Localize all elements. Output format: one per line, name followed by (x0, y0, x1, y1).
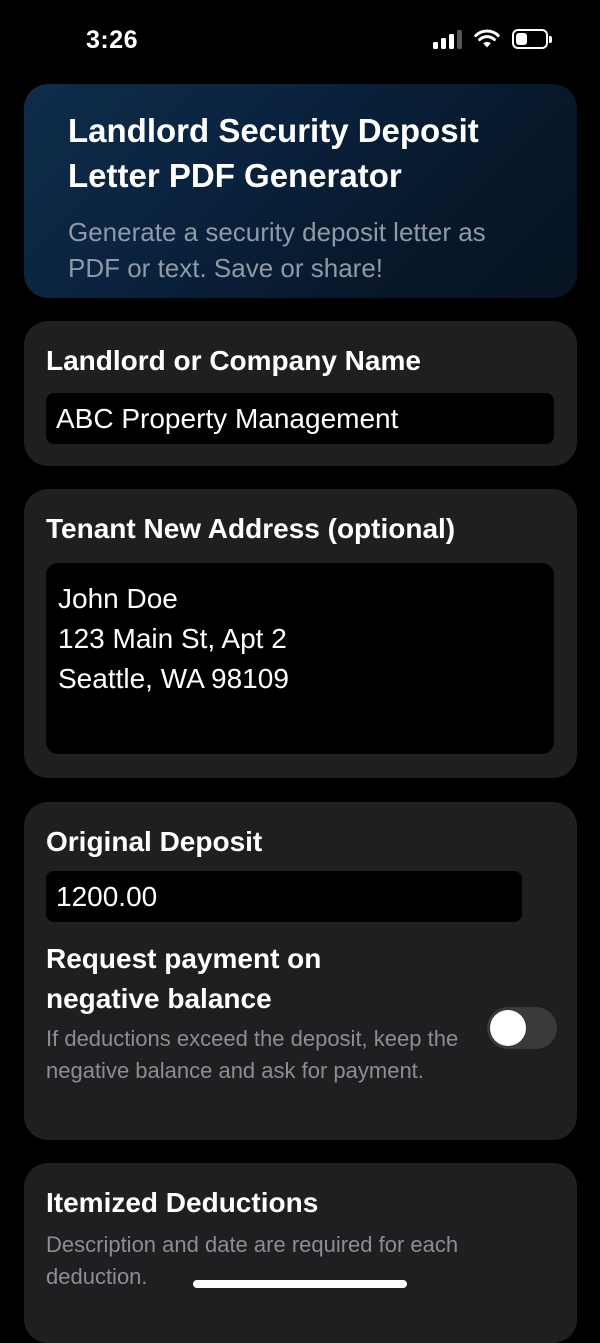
toggle-knob (490, 1010, 526, 1046)
header-card: Landlord Security Deposit Letter PDF Gen… (24, 84, 577, 298)
landlord-name-input[interactable]: ABC Property Management (46, 393, 554, 444)
tenant-address-label: Tenant New Address (optional) (46, 513, 456, 544)
signal-icon (433, 29, 462, 49)
negative-balance-title: Request payment on negative balance (46, 939, 426, 1019)
address-line: John Doe (58, 583, 178, 614)
original-deposit-input[interactable]: 1200.00 (46, 871, 522, 922)
status-time: 3:26 (86, 26, 139, 54)
negative-balance-title-line2: negative balance (46, 983, 272, 1014)
tenant-address-card: Tenant New Address (optional) John Doe 1… (24, 489, 577, 778)
deposit-card: Original Deposit 1200.00 Request payment… (24, 802, 577, 1140)
status-bar: 3:26 (0, 0, 600, 80)
page-title: Landlord Security Deposit Letter PDF Gen… (68, 112, 479, 194)
original-deposit-value: 1200.00 (56, 881, 158, 912)
deductions-card: Itemized Deductions Description and date… (24, 1163, 577, 1343)
status-icons (433, 29, 552, 49)
landlord-name-label: Landlord or Company Name (46, 345, 421, 376)
tenant-address-textarea[interactable]: John Doe 123 Main St, Apt 2 Seattle, WA … (46, 563, 554, 754)
negative-balance-toggle[interactable] (487, 1007, 557, 1049)
landlord-card: Landlord or Company Name ABC Property Ma… (24, 321, 577, 466)
wifi-icon (474, 29, 500, 48)
home-indicator (193, 1280, 407, 1288)
address-line: 123 Main St, Apt 2 (58, 623, 287, 654)
landlord-name-value: ABC Property Management (56, 403, 399, 434)
negative-balance-title-line1: Request payment on (46, 943, 322, 974)
battery-icon (512, 29, 552, 49)
negative-balance-description: If deductions exceed the deposit, keep t… (46, 1026, 459, 1083)
address-line: Seattle, WA 98109 (58, 663, 289, 694)
deductions-title: Itemized Deductions (46, 1187, 319, 1218)
original-deposit-label: Original Deposit (46, 826, 263, 857)
page-subtitle: Generate a security deposit letter as PD… (68, 217, 486, 283)
